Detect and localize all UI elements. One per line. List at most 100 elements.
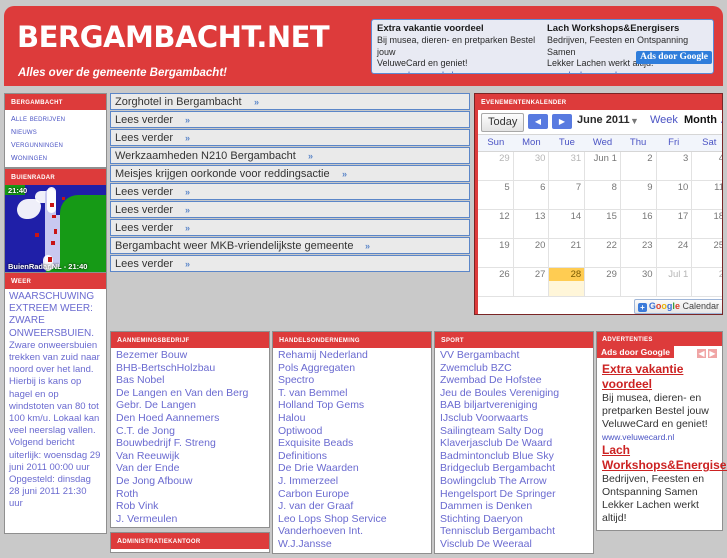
sidebar-item-nieuws[interactable]: Nieuws <box>5 125 106 138</box>
ads-by-google-badge[interactable]: Ads door Google <box>636 51 712 64</box>
directory-link[interactable]: Bowlingclub The Arrow <box>435 475 593 488</box>
calendar-next-month-button[interactable]: ▶ <box>552 114 572 129</box>
directory-link[interactable]: De Jong Afbouw <box>111 475 269 488</box>
directory-link[interactable]: Van Reeuwijk <box>111 450 269 463</box>
calendar-view-month[interactable]: Month <box>684 114 717 126</box>
directory-link[interactable]: De Langen en Van den Berg <box>111 387 269 400</box>
chevron-down-icon[interactable]: ▼ <box>630 116 639 126</box>
directory-link[interactable]: De Drie Waarden <box>273 462 431 475</box>
calendar-day-cell[interactable]: 16 <box>620 210 657 239</box>
news-item[interactable]: Lees verder » <box>110 129 470 146</box>
calendar-day-cell[interactable]: 14 <box>549 210 586 239</box>
news-item[interactable]: Werkzaamheden N210 Bergambacht » <box>110 147 470 164</box>
calendar-day-cell[interactable]: 23 <box>620 239 657 268</box>
banner-ad-1-title[interactable]: Extra vakantie voordeel <box>377 23 547 35</box>
calendar-day-cell[interactable]: Jul 1 <box>656 268 693 297</box>
news-item[interactable]: Lees verder » <box>110 255 470 272</box>
calendar-day-cell[interactable]: 29 <box>585 268 621 297</box>
calendar-day-cell[interactable]: 24 <box>656 239 693 268</box>
chevron-right-icon[interactable]: » <box>254 97 259 107</box>
calendar-day-cell[interactable]: 29 <box>478 152 514 181</box>
directory-link[interactable]: J. van der Graaf <box>273 500 431 513</box>
news-item[interactable]: Lees verder » <box>110 201 470 218</box>
directory-link[interactable]: Zwemclub BZC <box>435 362 593 375</box>
directory-link[interactable]: Den Hoed Aannemers <box>111 412 269 425</box>
banner-ad-1[interactable]: Extra vakantie voordeel Bij musea, diere… <box>377 23 547 74</box>
chevron-right-icon[interactable]: » <box>185 205 190 215</box>
directory-link[interactable]: Bridgeclub Bergambacht <box>435 462 593 475</box>
weather-radar-image[interactable]: 21:40 BuienRadar.NL - 21:40 <box>5 185 106 272</box>
directory-link[interactable]: Stichting Daeryon <box>435 513 593 526</box>
calendar-day-cell[interactable]: 6 <box>513 181 550 210</box>
sidebar-item-vergunningen[interactable]: Vergunningen <box>5 138 106 151</box>
news-item[interactable]: Meisjes krijgen oorkonde voor reddingsac… <box>110 165 470 182</box>
ad-2-title[interactable]: Lach Workshops&Energisers <box>602 443 727 473</box>
chevron-right-icon[interactable]: » <box>185 223 190 233</box>
calendar-day-cell[interactable]: 18 <box>692 210 722 239</box>
calendar-day-cell[interactable]: 10 <box>656 181 693 210</box>
news-item[interactable]: Bergambacht weer MKB-vriendelijkste geme… <box>110 237 470 254</box>
directory-link[interactable]: BHB-BertschHolzbau <box>111 362 269 375</box>
directory-link[interactable]: Carbon Europe <box>273 488 431 501</box>
calendar-day-cell[interactable]: 8 <box>585 181 621 210</box>
directory-link[interactable]: Halou <box>273 412 431 425</box>
directory-link[interactable]: Leo Lops Shop Service <box>273 513 431 526</box>
sidebar-item-woningen[interactable]: Woningen <box>5 151 106 164</box>
ads-prev-button[interactable]: ◀ <box>696 348 707 359</box>
ads-by-google-label[interactable]: Ads door Google <box>597 346 674 358</box>
directory-link[interactable]: Tennisclub Bergambacht <box>435 525 593 538</box>
calendar-day-cell[interactable]: 22 <box>585 239 621 268</box>
calendar-day-cell[interactable]: 15 <box>585 210 621 239</box>
calendar-day-cell[interactable]: 3 <box>656 152 693 181</box>
calendar-day-cell[interactable]: 13 <box>513 210 550 239</box>
calendar-day-cell[interactable]: 12 <box>478 210 514 239</box>
banner-ad-2-title[interactable]: Lach Workshops&Energisers <box>547 23 713 35</box>
chevron-right-icon[interactable]: » <box>185 115 190 125</box>
news-item[interactable]: Lees verder » <box>110 183 470 200</box>
banner-ad[interactable]: Extra vakantie voordeel Bij musea, diere… <box>371 19 714 74</box>
calendar-day-cell[interactable]: 19 <box>478 239 514 268</box>
directory-link[interactable]: BAB biljartvereniging <box>435 399 593 412</box>
chevron-right-icon[interactable]: » <box>185 133 190 143</box>
calendar-day-cell[interactable]: 20 <box>513 239 550 268</box>
calendar-day-cell[interactable]: 2 <box>692 268 722 297</box>
directory-link[interactable]: Hengelsport De Springer <box>435 488 593 501</box>
banner-ad-1-url[interactable]: www.veluwecard.nl <box>377 70 547 74</box>
directory-link[interactable]: Rob Vink <box>111 500 269 513</box>
directory-link[interactable]: VV Bergambacht <box>435 349 593 362</box>
news-item[interactable]: Lees verder » <box>110 219 470 236</box>
calendar-day-cell[interactable]: 7 <box>549 181 586 210</box>
directory-link[interactable]: Badmintonclub Blue Sky <box>435 450 593 463</box>
directory-link[interactable]: Optiwood <box>273 425 431 438</box>
calendar-day-cell[interactable]: 21 <box>549 239 586 268</box>
directory-link[interactable]: Rehamij Nederland <box>273 349 431 362</box>
calendar-day-cell[interactable]: 30 <box>620 268 657 297</box>
directory-link[interactable]: Spectro <box>273 374 431 387</box>
directory-link[interactable]: Bezemer Bouw <box>111 349 269 362</box>
directory-link[interactable]: Sailingteam Salty Dog <box>435 425 593 438</box>
directory-link[interactable]: Vanderhoeven Int. <box>273 525 431 538</box>
directory-link[interactable]: Holland Top Gems <box>273 399 431 412</box>
directory-link[interactable]: Exquisite Beads <box>273 437 431 450</box>
ad-1-title[interactable]: Extra vakantie voordeel <box>602 362 717 392</box>
directory-link[interactable]: J. Vermeulen <box>111 513 269 526</box>
directory-link[interactable]: Bouwbedrijf F. Streng <box>111 437 269 450</box>
directory-link[interactable]: Dammen is Denken <box>435 500 593 513</box>
directory-link[interactable]: Zwembad De Hofstee <box>435 374 593 387</box>
directory-link[interactable]: T. van Bemmel <box>273 387 431 400</box>
calendar-day-cell[interactable]: 25 <box>692 239 722 268</box>
chevron-right-icon[interactable]: » <box>185 259 190 269</box>
calendar-prev-month-button[interactable]: ◀ <box>528 114 548 129</box>
calendar-day-cell-today[interactable]: 28 <box>549 268 586 297</box>
site-logo[interactable]: BERGAMBACHT.NET <box>17 20 330 54</box>
calendar-day-cell[interactable]: 26 <box>478 268 514 297</box>
banner-ad-2[interactable]: Lach Workshops&Energisers Bedrijven, Fee… <box>547 23 713 73</box>
calendar-day-cell[interactable]: 4 <box>692 152 722 181</box>
calendar-day-cell[interactable]: 9 <box>620 181 657 210</box>
chevron-right-icon[interactable]: » <box>185 187 190 197</box>
calendar-day-cell[interactable]: 11 <box>692 181 722 210</box>
directory-link[interactable]: W.J.Jansse <box>273 538 431 551</box>
directory-link[interactable]: Bas Nobel <box>111 374 269 387</box>
calendar-day-cell[interactable]: Jun 1 <box>585 152 621 181</box>
directory-link[interactable]: J. Immerzeel <box>273 475 431 488</box>
